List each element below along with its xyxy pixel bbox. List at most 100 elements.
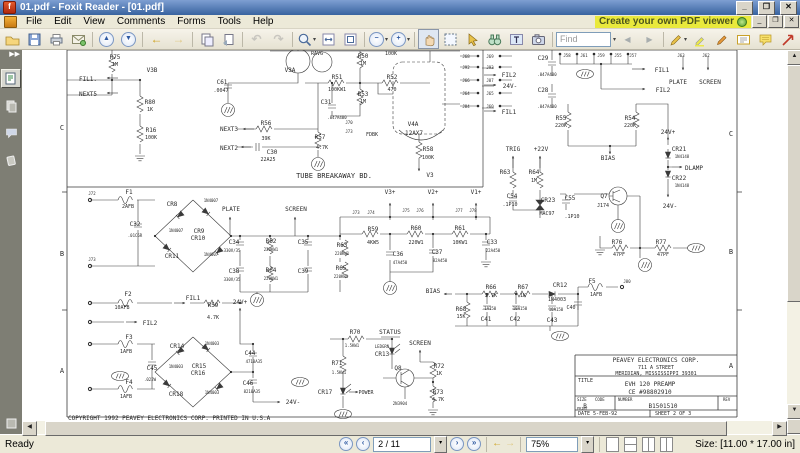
svg-text:J66: J66 [462,78,470,83]
page-down-button[interactable]: ▼ [118,29,139,49]
svg-text:100K: 100K [145,135,157,141]
snapshot-button[interactable] [440,29,461,49]
select-tool-button[interactable] [462,29,483,49]
arrow-annotation-button[interactable] [777,29,798,49]
page-number-input[interactable]: 2 / 11 [373,437,431,452]
document-menu-icon[interactable] [4,16,17,28]
restore-button[interactable]: ❐ [758,1,775,15]
scroll-right-icon[interactable]: ▶ [772,421,787,436]
fit-width-button[interactable] [318,29,339,49]
minimize-button[interactable]: _ [736,1,753,15]
next-page-button[interactable]: › [450,437,464,451]
zoom-tool-dropdown-icon[interactable]: ▾ [313,36,316,43]
undo-button[interactable]: ↶ [246,29,267,49]
open-button[interactable] [2,29,23,49]
text-select-button[interactable] [506,29,527,49]
scroll-up-icon[interactable]: ▲ [787,50,800,65]
previous-view-button[interactable]: ← [146,29,167,49]
fit-page-button[interactable] [340,29,361,49]
redo-button[interactable]: ↷ [268,29,289,49]
svg-text:R56: R56 [261,120,272,127]
single-page-layout-button[interactable] [606,437,619,452]
zoom-in-button[interactable]: +▾ [390,29,411,49]
sidebar-bookmarks-button[interactable] [1,69,21,88]
pen-annotation-button[interactable] [711,29,732,49]
child-minimize-button[interactable]: _ [752,15,767,28]
svg-text:CR11: CR11 [165,253,180,260]
previous-page-button[interactable]: ‹ [356,437,370,451]
menu-help[interactable]: Help [247,16,280,27]
typewriter-button[interactable] [733,29,754,49]
document-page[interactable]: R751MV3BV3AFIL1.NEXT5R801KR16100KC61.004… [22,50,787,421]
facing-layout-button[interactable] [642,437,655,452]
vertical-scroll-thumb[interactable] [787,65,800,302]
svg-text:CR13: CR13 [375,351,390,358]
horizontal-scroll-thumb[interactable] [45,421,727,436]
zoom-level-input[interactable]: 75% [526,437,578,452]
highlighter-button[interactable] [689,29,710,49]
menu-comments[interactable]: Comments [111,16,171,27]
horizontal-scrollbar[interactable]: ◀ ▶ [22,421,787,434]
menu-edit[interactable]: Edit [48,16,77,27]
svg-text:C38: C38 [229,268,240,275]
vertical-scrollbar[interactable]: ▲ ▼ [787,50,800,434]
continuous-facing-layout-button[interactable] [660,437,673,452]
svg-text:F4: F4 [125,379,133,386]
svg-text:CR16: CR16 [191,370,206,377]
continuous-layout-button[interactable] [624,437,637,452]
svg-text:.047A400: .047A400 [537,72,557,77]
next-view-button[interactable]: → [168,29,189,49]
svg-text:2AFB: 2AFB [122,204,134,210]
note-button[interactable] [755,29,776,49]
camera-button[interactable] [528,29,549,49]
scroll-down-icon[interactable]: ▼ [787,404,800,419]
last-page-button[interactable]: » [467,437,481,451]
save-button[interactable] [24,29,45,49]
promo-banner[interactable]: Create your own PDF viewer [595,16,751,28]
find-dropdown-icon[interactable]: ▾ [613,36,616,43]
status-back-icon[interactable]: ← [492,437,502,451]
svg-text:TRIG: TRIG [506,146,521,153]
highlighter-icon [692,32,707,47]
search-button[interactable] [484,29,505,49]
pencil-dropdown-icon[interactable]: ▾ [684,36,687,43]
svg-text:R62: R62 [266,238,277,245]
find-input[interactable]: Find [556,32,611,47]
zoom-tool-button[interactable]: ▾ [296,29,317,49]
hand-tool-button[interactable] [418,29,439,49]
page-up-button[interactable]: ▲ [96,29,117,49]
svg-text:470: 470 [387,87,396,93]
svg-text:FIL1: FIL1 [502,109,517,116]
zoom-out-button[interactable]: −▾ [368,29,389,49]
svg-text:220KW1: 220KW1 [264,247,279,252]
pencil-annotation-button[interactable]: ▾ [667,29,688,49]
zoom-out-dropdown-icon[interactable]: ▾ [385,36,388,43]
menu-tools[interactable]: Tools [212,16,247,27]
svg-text:CODE: CODE [595,397,605,402]
menu-file[interactable]: File [20,16,48,27]
find-next-button[interactable]: ▶ [639,29,660,49]
import-page-button[interactable] [196,29,217,49]
sidebar-pages-button[interactable] [2,98,20,115]
scroll-left-icon[interactable]: ◀ [22,421,37,436]
zoom-in-dropdown-icon[interactable]: ▾ [407,36,410,43]
sidebar-comments-button[interactable] [2,125,20,142]
status-ready-text: Ready [5,439,34,450]
svg-text:PLATE: PLATE [222,206,240,213]
status-forward-icon[interactable]: → [505,437,515,451]
first-page-button[interactable]: « [339,437,353,451]
sidebar-expand-icon[interactable]: ▶▶ [9,51,22,59]
sidebar-properties-button[interactable] [2,415,20,432]
child-restore-button[interactable]: ❐ [768,15,783,28]
menu-view[interactable]: View [77,16,111,27]
find-previous-button[interactable]: ◀ [617,29,638,49]
export-page-button[interactable] [218,29,239,49]
menu-forms[interactable]: Forms [171,16,211,27]
email-button[interactable] [68,29,89,49]
sidebar-attachments-button[interactable] [2,152,20,169]
close-button[interactable]: ✕ [780,1,797,15]
child-close-button[interactable]: ✕ [784,15,799,28]
svg-text:CR12: CR12 [553,282,568,289]
svg-text:C35: C35 [298,239,309,246]
print-button[interactable] [46,29,67,49]
